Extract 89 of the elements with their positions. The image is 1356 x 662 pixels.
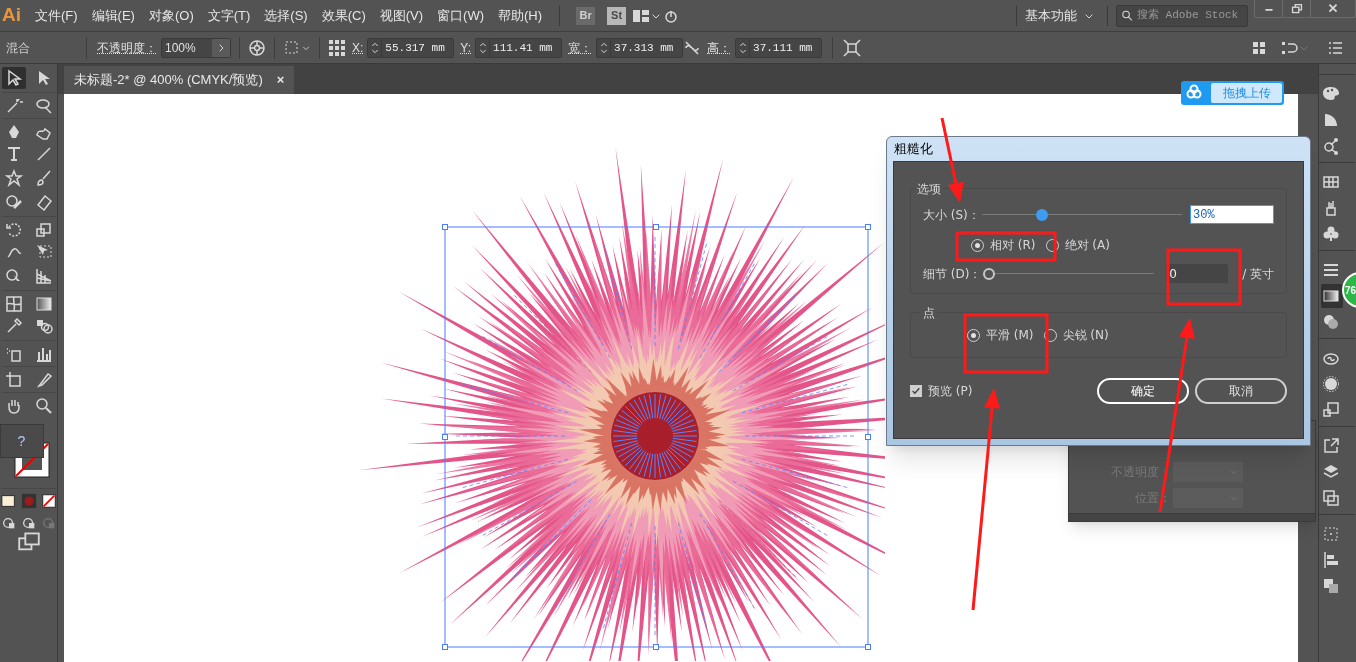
transparency-icon[interactable] [1322, 313, 1340, 331]
draw-behind-icon[interactable] [20, 515, 37, 531]
transform-box-icon[interactable] [283, 38, 301, 57]
field-label: 宽： [568, 39, 593, 57]
slider-thumb[interactable] [1036, 208, 1049, 221]
dropdown-field[interactable] [1173, 462, 1243, 482]
bridge-button[interactable]: St [607, 6, 627, 25]
swatch-grid-icon[interactable] [1322, 173, 1340, 191]
mode-label: 混合 [5, 39, 31, 57]
measurement-field[interactable]: 55.317 mm [382, 37, 455, 58]
radio-option[interactable]: 相对 (R) [971, 236, 1036, 254]
unit-label: / 英寸 [1242, 265, 1274, 283]
pathfinder-icon[interactable] [1322, 577, 1340, 595]
tooltip-help: ? [0, 424, 44, 458]
field-label: X: [352, 39, 364, 57]
dashed-circle-icon[interactable] [1322, 375, 1340, 393]
screen-mode-icon[interactable] [17, 531, 40, 553]
align-icon[interactable] [1322, 551, 1340, 569]
document-tab[interactable]: 未标题-2* @ 400% (CMYK/预览) × [64, 66, 295, 94]
star-tool-icon[interactable] [4, 169, 23, 187]
app-logo: Ai [1, 3, 22, 28]
opacity-label: 不透明度： [97, 39, 157, 57]
perspective-grid-icon[interactable] [34, 267, 53, 285]
aperture-icon[interactable] [248, 38, 266, 57]
search-field[interactable]: 搜索 Adobe Stock [1116, 4, 1248, 27]
draw-normal-icon[interactable] [0, 515, 17, 531]
menu-item[interactable]: 帮助(H) [491, 5, 550, 26]
club-icon[interactable] [1322, 225, 1340, 243]
mesh-icon[interactable] [4, 294, 23, 313]
export-icon[interactable] [1322, 437, 1340, 455]
overlap-squares-icon[interactable] [1322, 401, 1340, 419]
blob-brush-icon[interactable] [4, 193, 23, 211]
workspace-switcher[interactable]: 基本功能 [1025, 5, 1103, 26]
menu-item[interactable]: 窗口(W) [430, 5, 491, 26]
dropdown-field[interactable] [1173, 488, 1243, 508]
dialog-button[interactable]: 确定 [1097, 378, 1189, 404]
menu-item[interactable]: 选择(S) [257, 5, 315, 26]
unlink-icon[interactable] [683, 38, 702, 57]
gradient-panel-icon[interactable] [1322, 287, 1340, 305]
measurement-field[interactable]: 111.41 mm [490, 37, 563, 58]
node-link-icon[interactable] [1322, 137, 1340, 155]
tab-close-button[interactable]: × [276, 70, 285, 90]
field-label: 高： [707, 39, 732, 57]
menu-item[interactable]: 编辑(E) [84, 5, 142, 26]
bridge-button[interactable]: Br [576, 6, 596, 25]
group-label: 选项 [915, 180, 943, 198]
fit-selection-icon[interactable] [843, 38, 862, 57]
layers-icon[interactable] [1322, 463, 1340, 481]
group-label: 点 [921, 304, 937, 322]
measurement-field[interactable]: 37.313 mm [611, 37, 684, 58]
slider-thumb[interactable] [983, 267, 996, 280]
radio-option[interactable]: 尖锐 (N) [1043, 326, 1109, 344]
field-label: Y: [460, 39, 472, 57]
menu-item[interactable]: 效果(C) [314, 5, 373, 26]
dialog-title: 粗糙化 [894, 140, 933, 159]
lasso-icon[interactable] [34, 96, 53, 115]
slider-track[interactable] [981, 207, 1182, 222]
free-transform-icon[interactable] [34, 243, 53, 261]
menu-item[interactable]: 视图(V) [372, 5, 431, 26]
none-swatch-icon[interactable] [40, 493, 57, 509]
detail-input-field[interactable]: 0 [1166, 264, 1229, 283]
dialog-button[interactable]: 取消 [1195, 378, 1287, 404]
blend-icon[interactable] [34, 317, 53, 335]
transform-icon[interactable] [1322, 525, 1340, 543]
slider-label: 细节 (D)： [923, 265, 982, 283]
tab-title: 未标题-2* @ 400% (CMYK/预览) [74, 71, 263, 90]
scale-icon[interactable] [34, 220, 53, 239]
palette-icon[interactable] [1322, 85, 1340, 103]
slider-track[interactable] [983, 266, 1155, 281]
menu-item[interactable]: 对象(O) [141, 5, 201, 26]
radio-option[interactable]: 绝对 (A) [1045, 236, 1110, 254]
stroke-lines-icon[interactable] [1322, 261, 1340, 279]
preview-checkbox[interactable]: 预览 (P) [910, 382, 973, 400]
rotate-icon[interactable] [4, 220, 23, 239]
eraser-icon[interactable] [34, 193, 53, 211]
menu-item[interactable]: 文件(F) [28, 5, 85, 26]
size-input-field[interactable]: 30% [1190, 205, 1274, 224]
paintbrush-icon[interactable] [34, 169, 53, 187]
radio-option[interactable]: 平滑 (M) [967, 326, 1034, 344]
artboard-icon[interactable] [4, 370, 23, 389]
measurement-field[interactable]: 37.111 mm [750, 37, 823, 58]
slider-label: 大小 (S)： [923, 206, 980, 224]
panel-grip-bar[interactable] [1069, 513, 1315, 521]
color-swatch-icon[interactable] [0, 493, 17, 509]
menu-item[interactable]: 文字(T) [200, 5, 258, 26]
reference-point-icon[interactable] [328, 38, 346, 57]
check-icon [911, 386, 921, 396]
zoom-icon[interactable] [34, 396, 53, 415]
artboards-icon[interactable] [1322, 489, 1340, 507]
